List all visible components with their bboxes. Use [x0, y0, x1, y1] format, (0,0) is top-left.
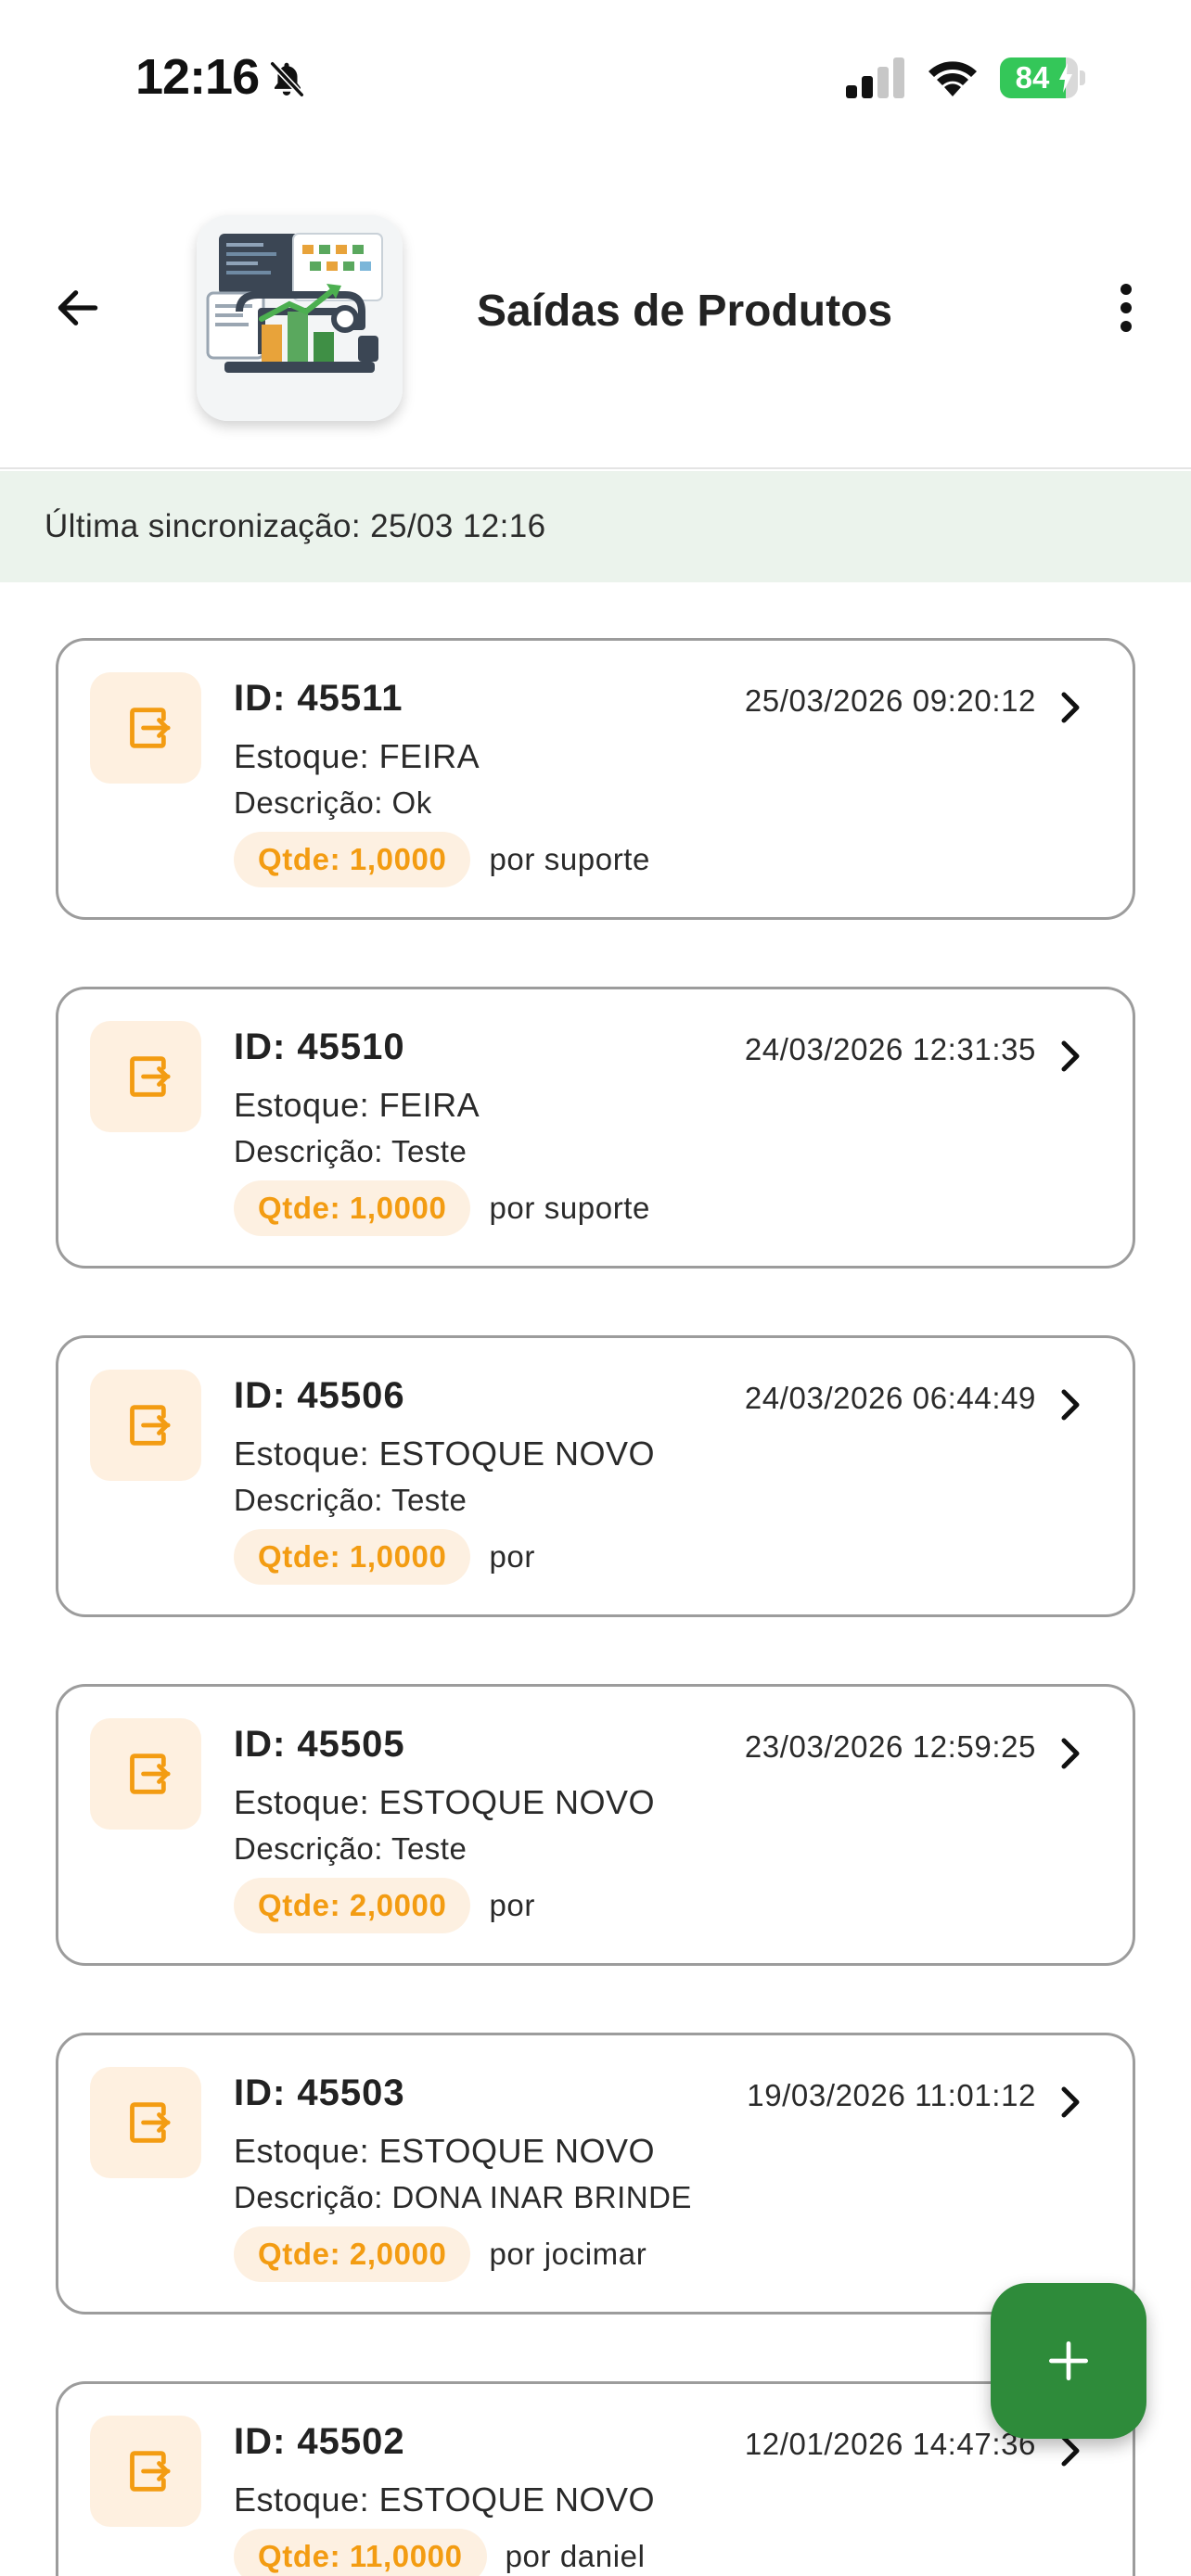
item-date: 24/03/2026 06:44:49 [744, 1381, 1036, 1415]
item-id: ID: 45503 [234, 2072, 405, 2113]
item-description: Descrição: Teste [234, 1134, 467, 1168]
list-item[interactable]: ID: 45511 25/03/2026 09:20:12 Estoque: F… [56, 638, 1135, 920]
sync-banner: Última sincronização: 25/03 12:16 [0, 471, 1191, 582]
item-quantity-badge: Qtde: 11,0000 [234, 2529, 487, 2576]
item-user: por [489, 1888, 535, 1922]
item-date: 12/01/2026 14:47:36 [744, 2427, 1036, 2461]
item-icon-container [90, 1370, 201, 1481]
item-id: ID: 45506 [234, 1375, 405, 1416]
wifi-icon [928, 61, 977, 96]
status-time: 12:16 [135, 49, 260, 105]
item-description: Descrição: Teste [234, 1831, 467, 1866]
item-icon-container [90, 672, 201, 784]
item-description: Descrição: Teste [234, 1483, 467, 1517]
page-title: Saídas de Produtos [477, 287, 893, 336]
item-footer: Qtde: 2,0000 por [234, 1878, 535, 1933]
item-user: por suporte [489, 842, 651, 876]
list-item[interactable]: ID: 45506 24/03/2026 06:44:49 Estoque: E… [56, 1335, 1135, 1617]
list-item[interactable]: ID: 45505 23/03/2026 12:59:25 Estoque: E… [56, 1684, 1135, 1966]
list-item[interactable]: ID: 45503 19/03/2026 11:01:12 Estoque: E… [56, 2033, 1135, 2315]
more-options-button[interactable] [1102, 267, 1150, 349]
bell-slash-icon [269, 60, 305, 98]
chevron-right-icon [1061, 1738, 1080, 1769]
item-icon-container [90, 1718, 201, 1830]
item-description: Descrição: DONA INAR BRINDE [234, 2180, 692, 2214]
battery-charging-icon: 84 [1000, 57, 1085, 98]
item-date: 25/03/2026 09:20:12 [744, 683, 1036, 718]
exit-box-icon [130, 1056, 171, 1097]
item-stock: Estoque: FEIRA [234, 1086, 480, 1124]
exit-box-icon [130, 1405, 171, 1446]
list-item[interactable]: ID: 45510 24/03/2026 12:31:35 Estoque: F… [56, 987, 1135, 1269]
item-icon-container [90, 2067, 201, 2178]
chevron-right-icon [1061, 692, 1080, 723]
exit-box-icon [130, 2451, 171, 2492]
back-button[interactable] [37, 267, 119, 349]
sewing-machine-chart-logo [197, 215, 403, 421]
chevron-right-icon [1061, 1040, 1080, 1072]
item-id: ID: 45502 [234, 2421, 405, 2462]
status-bar: 12:16 84 [0, 0, 1191, 158]
more-vertical-icon [1121, 284, 1132, 332]
item-footer: Qtde: 1,0000 por suporte [234, 1180, 650, 1236]
item-footer: Qtde: 11,0000 por daniel [234, 2529, 646, 2576]
item-footer: Qtde: 1,0000 por [234, 1529, 535, 1585]
item-footer: Qtde: 2,0000 por jocimar [234, 2226, 647, 2282]
exit-box-icon [130, 1753, 171, 1794]
cellular-signal-icon [846, 57, 904, 98]
chevron-right-icon [1061, 2086, 1080, 2118]
item-description: Descrição: Ok [234, 785, 432, 820]
item-user: por suporte [489, 1191, 651, 1225]
plus-icon [1049, 2341, 1088, 2380]
item-user: por jocimar [489, 2237, 647, 2271]
item-quantity-badge: Qtde: 1,0000 [234, 1180, 471, 1236]
screen: 12:16 84 Saídas de Produtos Última sincr… [0, 0, 1191, 2576]
app-logo [197, 215, 403, 421]
item-stock: Estoque: ESTOQUE NOVO [234, 1783, 655, 1821]
item-quantity-badge: Qtde: 2,0000 [234, 2226, 471, 2282]
sync-status-text: Última sincronização: 25/03 12:16 [45, 508, 546, 544]
item-icon-container [90, 1021, 201, 1132]
item-stock: Estoque: FEIRA [234, 737, 480, 775]
bolt-icon [1059, 63, 1072, 93]
item-stock: Estoque: ESTOQUE NOVO [234, 2132, 655, 2170]
chevron-right-icon [1061, 1389, 1080, 1421]
battery-body: 84 [1000, 57, 1078, 98]
exit-box-icon [130, 2102, 171, 2143]
add-exit-button[interactable] [991, 2283, 1146, 2439]
item-icon-container [90, 2416, 201, 2527]
item-id: ID: 45511 [234, 678, 403, 719]
item-user: por [489, 1539, 535, 1574]
exits-list: ID: 45511 25/03/2026 09:20:12 Estoque: F… [0, 582, 1191, 2576]
item-stock: Estoque: ESTOQUE NOVO [234, 2480, 655, 2519]
arrow-left-icon [58, 290, 98, 325]
app-bar: Saídas de Produtos [0, 158, 1191, 469]
item-user: por daniel [505, 2539, 646, 2573]
list-item[interactable]: ID: 45502 12/01/2026 14:47:36 Estoque: E… [56, 2381, 1135, 2576]
item-id: ID: 45505 [234, 1724, 405, 1765]
item-quantity-badge: Qtde: 1,0000 [234, 1529, 471, 1585]
exit-box-icon [130, 708, 171, 748]
battery-level: 84 [1015, 60, 1050, 95]
item-date: 23/03/2026 12:59:25 [744, 1729, 1036, 1764]
item-date: 24/03/2026 12:31:35 [744, 1032, 1036, 1066]
item-date: 19/03/2026 11:01:12 [747, 2078, 1036, 2112]
item-quantity-badge: Qtde: 1,0000 [234, 832, 471, 887]
item-stock: Estoque: ESTOQUE NOVO [234, 1435, 655, 1473]
item-footer: Qtde: 1,0000 por suporte [234, 832, 650, 887]
battery-cap [1080, 70, 1085, 85]
item-quantity-badge: Qtde: 2,0000 [234, 1878, 471, 1933]
item-id: ID: 45510 [234, 1027, 405, 1067]
